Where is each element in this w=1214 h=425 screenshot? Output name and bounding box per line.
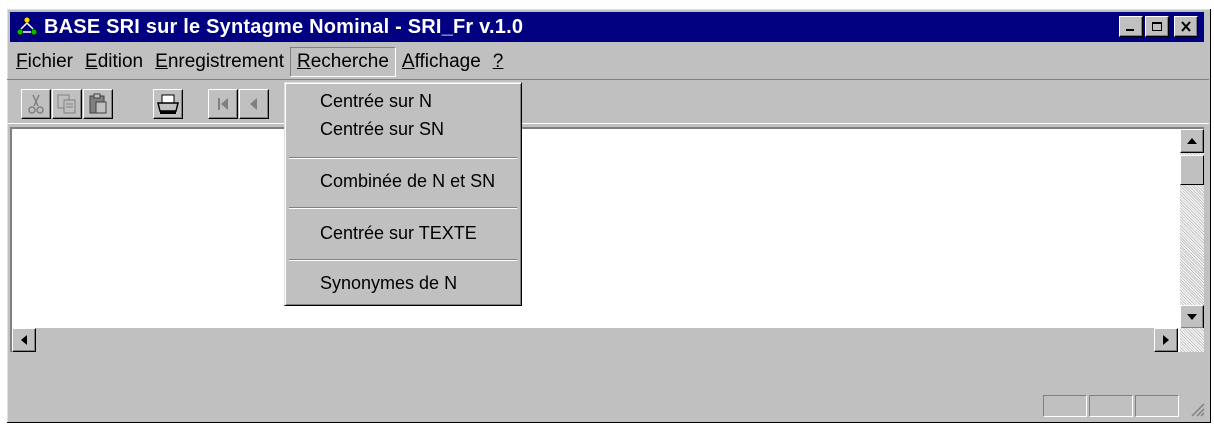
menu-label: ichier (27, 51, 74, 72)
maximize-button[interactable] (1145, 16, 1169, 37)
menu-label: nregistrement (167, 51, 284, 72)
minimize-icon (1126, 28, 1134, 31)
paste-icon (89, 93, 107, 114)
scroll-up-button[interactable] (1180, 129, 1204, 153)
menu-item-centree-sur-texte[interactable]: Centrée sur TEXTE (320, 223, 477, 244)
first-record-icon (218, 98, 228, 110)
menu-separator (289, 207, 517, 209)
app-window: BASE SRI sur le Syntagme Nominal - SRI_F… (6, 8, 1212, 424)
print-icon (157, 94, 179, 114)
vertical-scroll-thumb[interactable] (1180, 155, 1204, 185)
menu-accel: ? (492, 51, 504, 72)
scroll-down-button[interactable] (1180, 305, 1204, 329)
arrow-left-icon (21, 335, 27, 345)
menu-separator (289, 259, 517, 261)
copy-icon (57, 94, 76, 114)
menu-enregistrement[interactable]: Enregistrement (149, 48, 290, 76)
menu-accel: E (85, 51, 98, 72)
menu-label: echerche (310, 51, 389, 72)
window-controls (1119, 16, 1198, 37)
scroll-right-button[interactable] (1154, 328, 1178, 352)
recherche-dropdown-menu: Centrée sur N Centrée sur SN Combinée de… (284, 82, 522, 306)
menu-affichage[interactable]: Affichage (396, 48, 487, 76)
arrow-down-icon (1187, 314, 1197, 320)
menu-label: ffichage (414, 51, 481, 72)
status-bar (7, 389, 1209, 421)
close-icon (1181, 21, 1191, 32)
maximize-icon (1152, 22, 1162, 31)
menu-label: dition (97, 51, 144, 72)
horizontal-scrollbar[interactable] (12, 328, 1178, 352)
menu-help[interactable]: ? (487, 48, 510, 76)
menu-item-centree-sur-n[interactable]: Centrée sur N (320, 91, 432, 112)
first-record-button[interactable] (208, 89, 238, 119)
document-area[interactable] (10, 127, 1204, 352)
arrow-right-icon (1163, 335, 1169, 345)
previous-record-button[interactable] (239, 89, 269, 119)
menu-accel: A (401, 51, 415, 72)
menu-edition[interactable]: Edition (79, 48, 149, 76)
size-grip-icon[interactable] (1189, 401, 1205, 417)
menu-accel: E (155, 51, 168, 72)
menu-bar: Fichier Edition Enregistrement Recherche… (10, 47, 509, 77)
menu-recherche[interactable]: Recherche (289, 47, 396, 77)
vertical-scrollbar[interactable] (1180, 129, 1204, 329)
close-button[interactable] (1174, 16, 1198, 37)
network-icon[interactable] (14, 14, 40, 40)
scroll-left-button[interactable] (12, 328, 36, 352)
menu-accel: F (16, 51, 28, 72)
menu-separator (289, 157, 517, 159)
minimize-button[interactable] (1119, 16, 1143, 37)
menu-item-synonymes-de-n[interactable]: Synonymes de N (320, 273, 457, 294)
arrow-up-icon (1187, 138, 1197, 144)
scrollbar-corner (1180, 328, 1204, 352)
menu-item-combinee-n-sn[interactable]: Combinée de N et SN (320, 171, 495, 192)
status-pane (1043, 395, 1087, 417)
status-pane (1135, 395, 1179, 417)
menu-item-centree-sur-sn[interactable]: Centrée sur SN (320, 119, 444, 140)
paste-button[interactable] (83, 89, 113, 119)
cut-button[interactable] (21, 89, 51, 119)
menu-fichier[interactable]: Fichier (10, 48, 79, 76)
cut-icon (28, 94, 44, 114)
toolbar (7, 79, 1209, 124)
print-button[interactable] (153, 89, 183, 119)
copy-button[interactable] (52, 89, 82, 119)
menu-accel: R (296, 51, 311, 72)
title-bar[interactable]: BASE SRI sur le Syntagme Nominal - SRI_F… (10, 12, 1204, 42)
window-title: BASE SRI sur le Syntagme Nominal - SRI_F… (44, 15, 524, 38)
status-pane (1089, 395, 1133, 417)
previous-record-icon (250, 98, 257, 110)
